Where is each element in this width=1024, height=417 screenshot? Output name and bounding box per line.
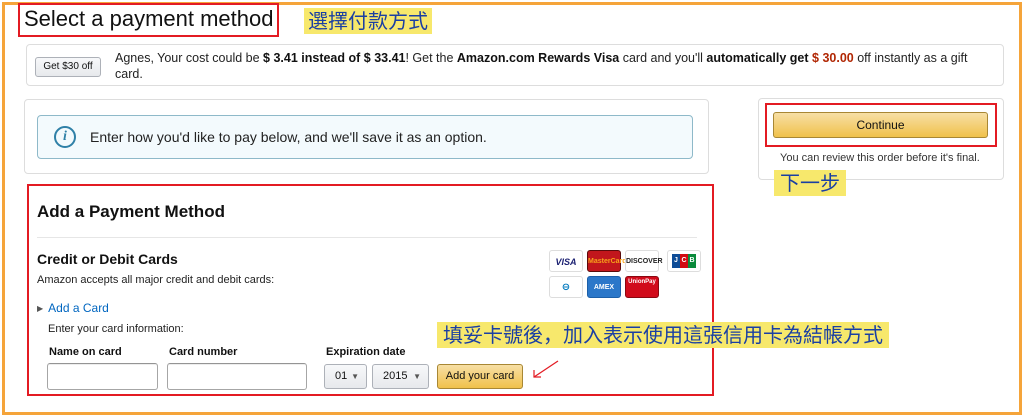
jcb-logo-icon: JCB (667, 250, 701, 272)
unionpay-logo-icon: UnionPay (625, 276, 659, 298)
review-note: You can review this order before it's fi… (780, 152, 980, 164)
get-30-off-button[interactable]: Get $30 off (35, 57, 101, 77)
credit-cards-title: Credit or Debit Cards (37, 251, 178, 267)
mastercard-logo-icon: MasterCard (587, 250, 627, 272)
annotation-arrow-icon (533, 360, 559, 378)
add-card-link-label: Add a Card (48, 301, 109, 315)
promo-text-part: ! Get the (405, 51, 457, 65)
card-number-label: Card number (169, 346, 238, 358)
info-message: Enter how you'd like to pay below, and w… (90, 129, 487, 145)
promo-price-compare: $ 3.41 instead of $ 33.41 (263, 51, 406, 65)
diners-club-logo-icon: ⊖ (549, 276, 583, 298)
add-payment-method-section: Add a Payment Method Credit or Debit Car… (27, 184, 714, 396)
annotation-next-note: 下一步 (774, 170, 846, 196)
expiration-date-label: Expiration date (326, 346, 406, 358)
promo-text: Agnes, Your cost could be $ 3.41 instead… (115, 50, 995, 82)
name-on-card-label: Name on card (49, 346, 122, 358)
expiration-month-select[interactable]: 01 ▼ (324, 364, 367, 389)
name-on-card-input[interactable] (47, 363, 158, 390)
credit-cards-subtitle: Amazon accepts all major credit and debi… (37, 274, 275, 286)
info-panel: i Enter how you'd like to pay below, and… (24, 99, 709, 174)
expiration-year-value: 2015 (383, 370, 408, 382)
rewards-promo-banner: Get $30 off Agnes, Your cost could be $ … (26, 44, 1004, 86)
dropdown-arrow-icon: ▼ (351, 372, 359, 381)
promo-card-name: Amazon.com Rewards Visa (456, 51, 620, 65)
promo-auto-get: automatically get (706, 51, 809, 65)
info-icon: i (54, 126, 76, 148)
caret-right-icon: ▶ (37, 304, 44, 313)
dropdown-arrow-icon: ▼ (413, 372, 421, 381)
expiration-month-value: 01 (335, 370, 348, 382)
annotation-title-note: 選擇付款方式 (304, 8, 432, 34)
add-your-card-button[interactable]: Add your card (437, 364, 523, 389)
enter-card-info-label: Enter your card information: (48, 323, 184, 335)
promo-amount: $ 30.00 (808, 51, 854, 65)
amex-logo-icon: AMEX (587, 276, 621, 298)
promo-text-part: Agnes, Your cost could be (115, 51, 264, 65)
promo-text-part: card and you'll (619, 51, 707, 65)
page-title: Select a payment method (18, 3, 280, 37)
info-message-box: i Enter how you'd like to pay below, and… (37, 115, 693, 159)
visa-logo-icon: VISA (549, 250, 583, 272)
expiration-year-select[interactable]: 2015 ▼ (372, 364, 429, 389)
add-card-link[interactable]: ▶ Add a Card (37, 301, 109, 315)
continue-button[interactable]: Continue (773, 112, 988, 138)
card-number-input[interactable] (167, 363, 307, 390)
payment-method-title: Add a Payment Method (37, 202, 225, 221)
annotation-card-note: 填妥卡號後，加入表示使用這張信用卡為結帳方式 (437, 322, 889, 348)
discover-logo-icon: DISCOVER (625, 250, 663, 272)
divider (37, 237, 697, 238)
